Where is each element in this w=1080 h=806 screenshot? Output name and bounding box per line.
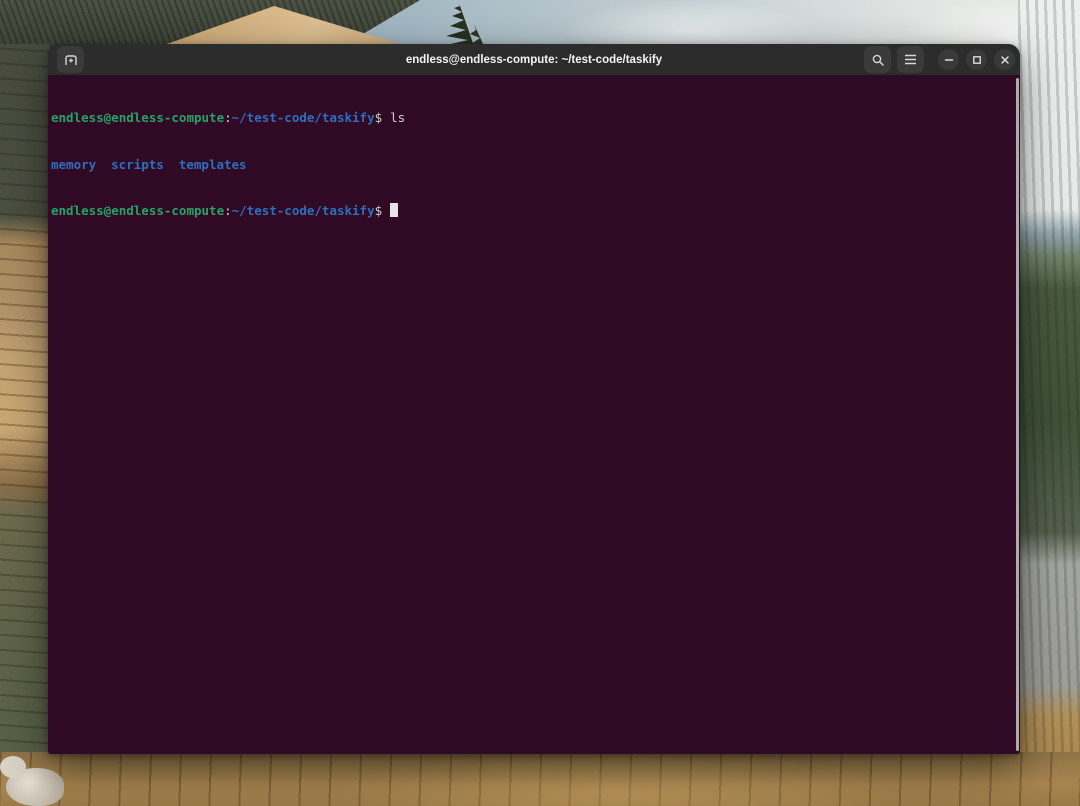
prompt-user: endless@endless-compute	[51, 110, 224, 125]
typed-command: ls	[390, 110, 405, 125]
hamburger-menu-icon	[904, 54, 917, 65]
maximize-icon	[972, 55, 982, 65]
close-icon	[1000, 55, 1010, 65]
prompt-colon: :	[224, 203, 232, 218]
minimize-icon	[944, 55, 954, 65]
prompt-user: endless@endless-compute	[51, 203, 224, 218]
terminal-line: endless@endless-compute:~/test-code/task…	[51, 203, 1014, 219]
terminal-line-ls-output: memory scripts templates	[51, 157, 1014, 173]
prompt-path: ~/test-code/taskify	[232, 203, 375, 218]
directory-name: scripts	[111, 157, 164, 172]
new-tab-button[interactable]	[57, 46, 84, 73]
prompt-symbol: $	[375, 203, 383, 218]
terminal-line: endless@endless-compute:~/test-code/task…	[51, 110, 1014, 126]
search-button[interactable]	[864, 46, 891, 73]
menu-button[interactable]	[897, 46, 924, 73]
terminal-screen[interactable]: endless@endless-compute:~/test-code/task…	[48, 75, 1020, 754]
prompt-symbol: $	[375, 110, 383, 125]
wallpaper-tree	[428, 0, 490, 46]
minimize-button[interactable]	[938, 49, 959, 70]
directory-name: templates	[179, 157, 247, 172]
close-button[interactable]	[994, 49, 1015, 70]
new-tab-icon	[64, 53, 78, 67]
maximize-button[interactable]	[966, 49, 987, 70]
wallpaper-ground	[0, 752, 1080, 806]
prompt-colon: :	[224, 110, 232, 125]
terminal-window: endless@endless-compute: ~/test-code/tas…	[48, 44, 1020, 754]
wallpaper-mountain-slope	[1018, 0, 1080, 806]
wallpaper-wood-wall	[0, 44, 50, 756]
desktop-background[interactable]: endless@endless-compute: ~/test-code/tas…	[0, 0, 1080, 806]
scrollbar-thumb[interactable]	[1016, 78, 1019, 751]
search-icon	[871, 53, 885, 67]
prompt-path: ~/test-code/taskify	[232, 110, 375, 125]
directory-name: memory	[51, 157, 96, 172]
text-cursor	[390, 203, 398, 217]
wallpaper-rock	[0, 756, 26, 778]
titlebar[interactable]: endless@endless-compute: ~/test-code/tas…	[48, 44, 1020, 75]
